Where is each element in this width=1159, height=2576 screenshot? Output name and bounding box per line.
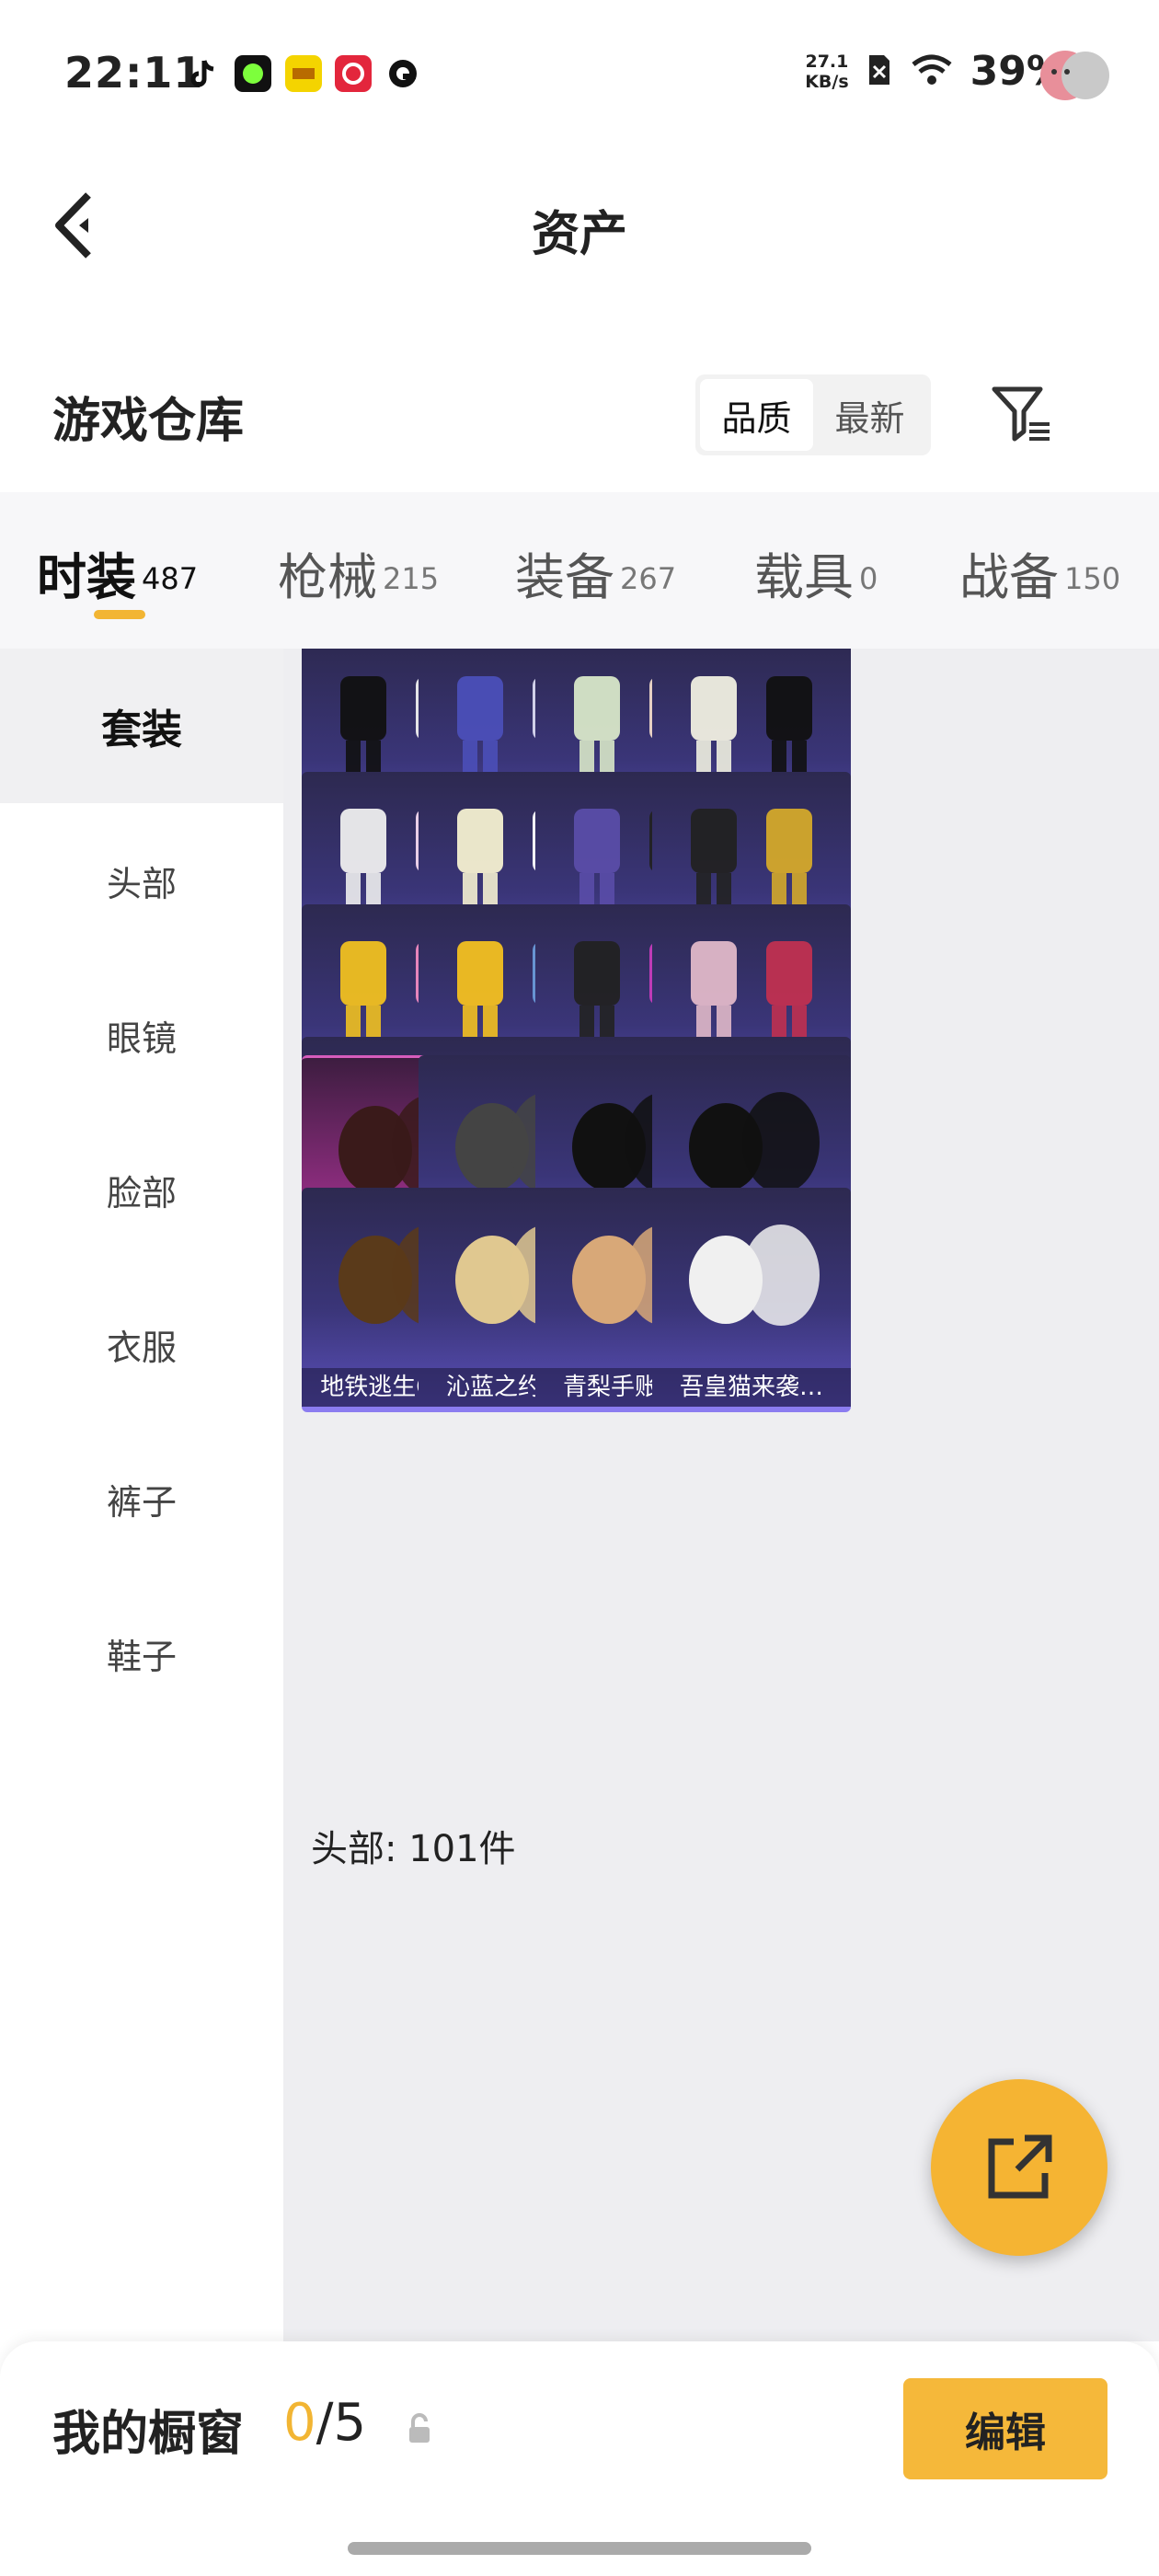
tab-label: 装备 bbox=[515, 548, 614, 606]
share-external-icon bbox=[988, 2134, 1052, 2199]
showcase-count: 0/5 bbox=[283, 2393, 366, 2453]
category-tabs: 时装 487 枪械 215 装备 267 载具 0 战备 150 bbox=[0, 492, 1159, 649]
sidebar-item-suit[interactable]: 套装 bbox=[0, 649, 283, 803]
tab-fashion[interactable]: 时装 487 bbox=[37, 536, 198, 609]
sidebar-item-face[interactable]: 脸部 bbox=[0, 1112, 283, 1267]
tab-count: 215 bbox=[383, 560, 440, 596]
storage-row: 游戏仓库 品质 最新 bbox=[0, 354, 1159, 474]
app-header: 资产 bbox=[0, 147, 1159, 304]
app-icon-green bbox=[235, 55, 271, 92]
home-indicator[interactable] bbox=[348, 2542, 811, 2555]
tiktok-icon bbox=[184, 55, 221, 92]
app-icon-ring bbox=[384, 55, 421, 92]
tab-label: 载具 bbox=[754, 548, 854, 606]
status-bar: 22:11 27.1 KB/s 39% bbox=[0, 0, 1159, 147]
status-right: 27.1 KB/s 39% bbox=[805, 48, 1067, 95]
showcase-bar: 我的橱窗 0/5 编辑 bbox=[0, 2341, 1159, 2576]
tab-equipment[interactable]: 装备 267 bbox=[515, 536, 676, 609]
storage-title: 游戏仓库 bbox=[52, 394, 245, 449]
sort-toggle: 品质 最新 bbox=[695, 374, 931, 455]
tab-label: 战备 bbox=[959, 548, 1059, 606]
lock-icon bbox=[407, 2413, 432, 2444]
active-tab-indicator bbox=[94, 610, 145, 619]
item-thumbnail bbox=[689, 1225, 820, 1326]
edit-button[interactable]: 编辑 bbox=[903, 2378, 1107, 2479]
showcase-label: 我的橱窗 bbox=[52, 2407, 245, 2462]
net-speed: 27.1 KB/s bbox=[805, 52, 848, 92]
tab-count: 487 bbox=[142, 560, 199, 596]
item-label: 吾皇猫来袭… bbox=[652, 1368, 851, 1407]
tab-label: 枪械 bbox=[278, 548, 377, 606]
sort-quality-button[interactable]: 品质 bbox=[700, 379, 813, 451]
sidebar-item-head[interactable]: 头部 bbox=[0, 803, 283, 958]
sidebar-item-clothes[interactable]: 衣服 bbox=[0, 1267, 283, 1421]
tab-firearms[interactable]: 枪械 215 bbox=[278, 536, 439, 609]
sim-icon bbox=[866, 52, 893, 92]
tab-label: 时装 bbox=[37, 548, 136, 606]
section-title-head: 头部: 101件 bbox=[311, 1828, 516, 1870]
tab-vehicles[interactable]: 载具 0 bbox=[754, 536, 878, 609]
tab-combat-gear[interactable]: 战备 150 bbox=[959, 536, 1120, 609]
filter-icon bbox=[992, 386, 1050, 442]
sidebar-item-shoes[interactable]: 鞋子 bbox=[0, 1576, 283, 1731]
tab-count: 0 bbox=[859, 560, 878, 596]
sidebar-item-glasses[interactable]: 眼镜 bbox=[0, 958, 283, 1112]
net-speed-value: 27.1 bbox=[805, 51, 849, 72]
battery-avatar-icon bbox=[1039, 48, 1109, 103]
showcase-total: /5 bbox=[316, 2393, 367, 2453]
wifi-icon bbox=[910, 52, 954, 92]
app-icon-yellow bbox=[285, 55, 322, 92]
sidebar-item-pants[interactable]: 裤子 bbox=[0, 1421, 283, 1576]
page-title: 资产 bbox=[531, 207, 627, 262]
filter-button[interactable] bbox=[989, 382, 1057, 446]
tab-count: 267 bbox=[620, 560, 677, 596]
net-speed-unit: KB/s bbox=[805, 71, 849, 92]
head-item-card[interactable]: 吾皇猫来袭… bbox=[652, 1188, 851, 1412]
side-nav: 套装 头部 眼镜 脸部 衣服 裤子 鞋子 bbox=[0, 649, 283, 2341]
sort-newest-button[interactable]: 最新 bbox=[813, 379, 926, 451]
share-button[interactable] bbox=[931, 2079, 1107, 2256]
tab-count: 150 bbox=[1064, 560, 1121, 596]
app-icon-red bbox=[335, 55, 372, 92]
status-time: 22:11 bbox=[64, 48, 204, 98]
showcase-current: 0 bbox=[283, 2393, 316, 2453]
